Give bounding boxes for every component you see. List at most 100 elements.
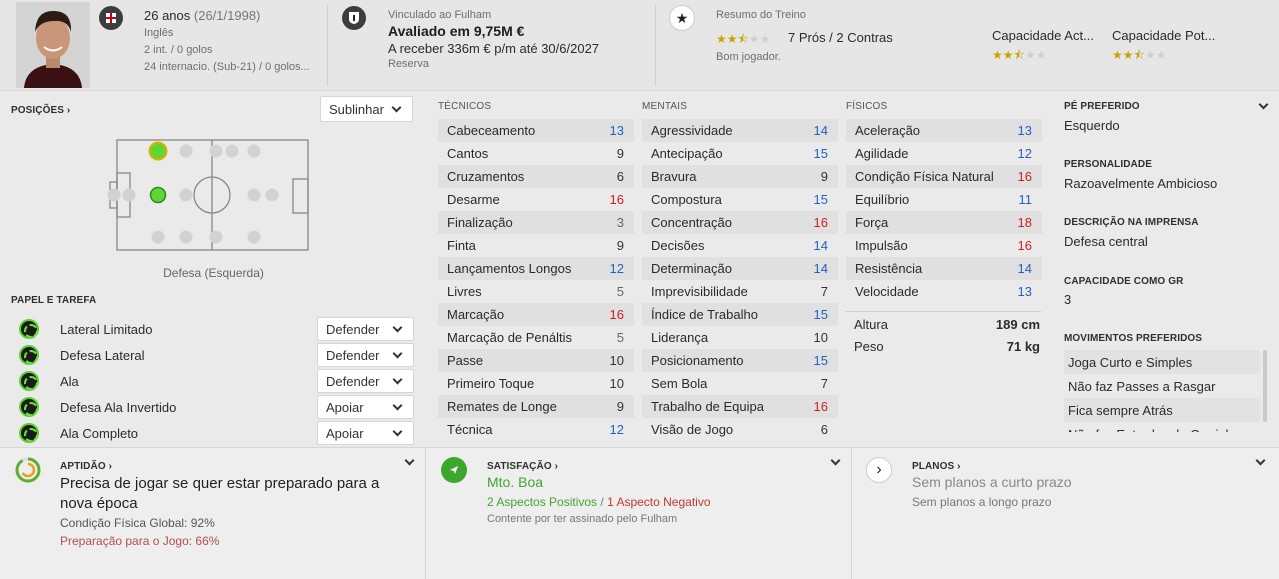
star-icon[interactable]: ★ [669, 5, 695, 31]
attribute-row[interactable]: Passe 10 [438, 349, 634, 372]
attribute-value: 3 [616, 215, 624, 230]
attribute-row[interactable]: Livres 5 [438, 280, 634, 303]
gk-value: 3 [1064, 292, 1072, 307]
happiness-note: Contente por ter assinado pelo Fulham [487, 513, 678, 525]
pitch-diagram[interactable] [107, 137, 321, 255]
attribute-row[interactable]: Finalização 3 [438, 211, 634, 234]
happiness-title[interactable]: SATISFAÇÃO › [487, 461, 558, 472]
role-name[interactable]: Ala [60, 374, 79, 389]
attribute-row[interactable]: Compostura 15 [642, 188, 838, 211]
pros-cons[interactable]: 7 Prós / 2 Contras [788, 30, 893, 45]
attribute-row[interactable]: Decisões 14 [642, 234, 838, 257]
attribute-row[interactable]: Índice de Trabalho 15 [642, 303, 838, 326]
chevron-down-icon[interactable] [1258, 99, 1269, 110]
training-label: Resumo do Treino [716, 9, 806, 21]
attribute-value: 16 [1017, 238, 1032, 253]
attribute-value: 9 [820, 169, 828, 184]
role-name[interactable]: Defesa Lateral [60, 348, 145, 363]
age-line: 26 anos (26/1/1998) [144, 8, 261, 23]
attribute-row[interactable]: Finta 9 [438, 234, 634, 257]
attribute-row[interactable]: Visão de Jogo 6 [642, 418, 838, 441]
attribute-row[interactable]: Trabalho de Equipa 16 [642, 395, 838, 418]
moves-title: MOVIMENTOS PREFERIDOS [1064, 333, 1203, 344]
moves-list[interactable]: Joga Curto e Simples Não faz Passes a Ra… [1064, 350, 1260, 432]
foot-title: PÉ PREFERIDO [1064, 101, 1140, 112]
duty-dropdown[interactable]: Apoiar [317, 395, 414, 419]
attribute-name: Desarme [447, 192, 500, 207]
attribute-row[interactable]: Sem Bola 7 [642, 372, 838, 395]
role-suitability-icon [19, 319, 39, 339]
attribute-name: Força [855, 215, 889, 230]
attribute-row[interactable]: Resistência 14 [846, 257, 1042, 280]
attribute-row[interactable]: Lançamentos Longos 12 [438, 257, 634, 280]
happiness-summary[interactable]: 2 Aspectos Positivos / 1 Aspecto Negativ… [487, 495, 711, 509]
attribute-row[interactable]: Desarme 16 [438, 188, 634, 211]
attribute-row[interactable]: Velocidade 13 [846, 280, 1042, 303]
attribute-value: 15 [813, 353, 828, 368]
attribute-row[interactable]: Remates de Longe 9 [438, 395, 634, 418]
chevron-down-icon [392, 322, 403, 333]
attribute-value: 6 [616, 169, 624, 184]
attribute-value: 5 [616, 284, 624, 299]
role-suitability-icon [19, 397, 39, 417]
attribute-row[interactable]: Posicionamento 15 [642, 349, 838, 372]
attribute-name: Decisões [651, 238, 705, 253]
current-ability-stars: ★★⯪★★ [992, 48, 1047, 62]
contract-label: Vinculado ao Fulham [388, 9, 492, 21]
attribute-row[interactable]: Cantos 9 [438, 142, 634, 165]
attribute-row[interactable]: Impulsão 16 [846, 234, 1042, 257]
attribute-row[interactable]: Primeiro Toque 10 [438, 372, 634, 395]
player-photo [16, 2, 90, 88]
role-name[interactable]: Lateral Limitado [60, 322, 153, 337]
attribute-row[interactable]: Liderança 10 [642, 326, 838, 349]
attribute-row[interactable]: Agressividade 14 [642, 119, 838, 142]
attribute-row[interactable]: Cabeceamento 13 [438, 119, 634, 142]
chevron-down-icon [392, 348, 403, 359]
chevron-right-icon[interactable]: › [866, 457, 892, 483]
gk-title: CAPACIDADE COMO GR [1064, 276, 1184, 287]
fitness-title[interactable]: APTIDÃO › [60, 461, 112, 472]
role-suitability-icon [19, 371, 39, 391]
attribute-name: Concentração [651, 215, 732, 230]
nation-flag-icon[interactable] [99, 6, 123, 30]
attribute-row[interactable]: Força 18 [846, 211, 1042, 234]
duty-dropdown[interactable]: Defender [317, 317, 414, 341]
attribute-name: Sem Bola [651, 376, 708, 391]
attribute-row[interactable]: Concentração 16 [642, 211, 838, 234]
attribute-row[interactable]: Imprevisibilidade 7 [642, 280, 838, 303]
attribute-name: Primeiro Toque [447, 376, 535, 391]
duty-dropdown[interactable]: Defender [317, 343, 414, 367]
scrollbar[interactable] [1263, 350, 1267, 422]
attribute-row[interactable]: Aceleração 13 [846, 119, 1042, 142]
attribute-row[interactable]: Antecipação 15 [642, 142, 838, 165]
attribute-row[interactable]: Marcação de Penáltis 5 [438, 326, 634, 349]
plans-short-term: Sem planos a curto prazo [912, 474, 1072, 490]
positions-title[interactable]: POSIÇÕES › [11, 105, 70, 116]
role-name[interactable]: Ala Completo [60, 426, 138, 441]
attribute-row[interactable]: Técnica 12 [438, 418, 634, 441]
attribute-row[interactable]: Agilidade 12 [846, 142, 1042, 165]
duty-dropdown[interactable]: Defender [317, 369, 414, 393]
highlight-dropdown[interactable]: Sublinhar [320, 96, 413, 122]
attribute-row[interactable]: Equilíbrio 11 [846, 188, 1042, 211]
attribute-value: 6 [820, 422, 828, 437]
potential-ability-stars: ★★⯪★★ [1112, 48, 1167, 62]
attribute-name: Imprevisibilidade [651, 284, 748, 299]
attribute-row[interactable]: Cruzamentos 6 [438, 165, 634, 188]
duty-dropdown[interactable]: Apoiar [317, 421, 414, 445]
attribute-row[interactable]: Bravura 9 [642, 165, 838, 188]
attribute-name: Cabeceamento [447, 123, 536, 138]
attribute-row[interactable]: Condição Física Natural 16 [846, 165, 1042, 188]
attribute-name: Visão de Jogo [651, 422, 734, 437]
attribute-value: 11 [1018, 192, 1033, 207]
role-name[interactable]: Defesa Ala Invertido [60, 400, 176, 415]
club-badge-icon[interactable] [342, 6, 366, 30]
attribute-name: Técnica [447, 422, 493, 437]
attribute-row[interactable]: Determinação 14 [642, 257, 838, 280]
attribute-value: 10 [813, 330, 828, 345]
fitness-headline: Precisa de jogar se quer estar preparado… [60, 475, 380, 512]
attribute-name: Trabalho de Equipa [651, 399, 764, 414]
plans-title[interactable]: PLANOS › [912, 461, 961, 472]
attribute-row[interactable]: Marcação 16 [438, 303, 634, 326]
attribute-value: 7 [820, 376, 828, 391]
